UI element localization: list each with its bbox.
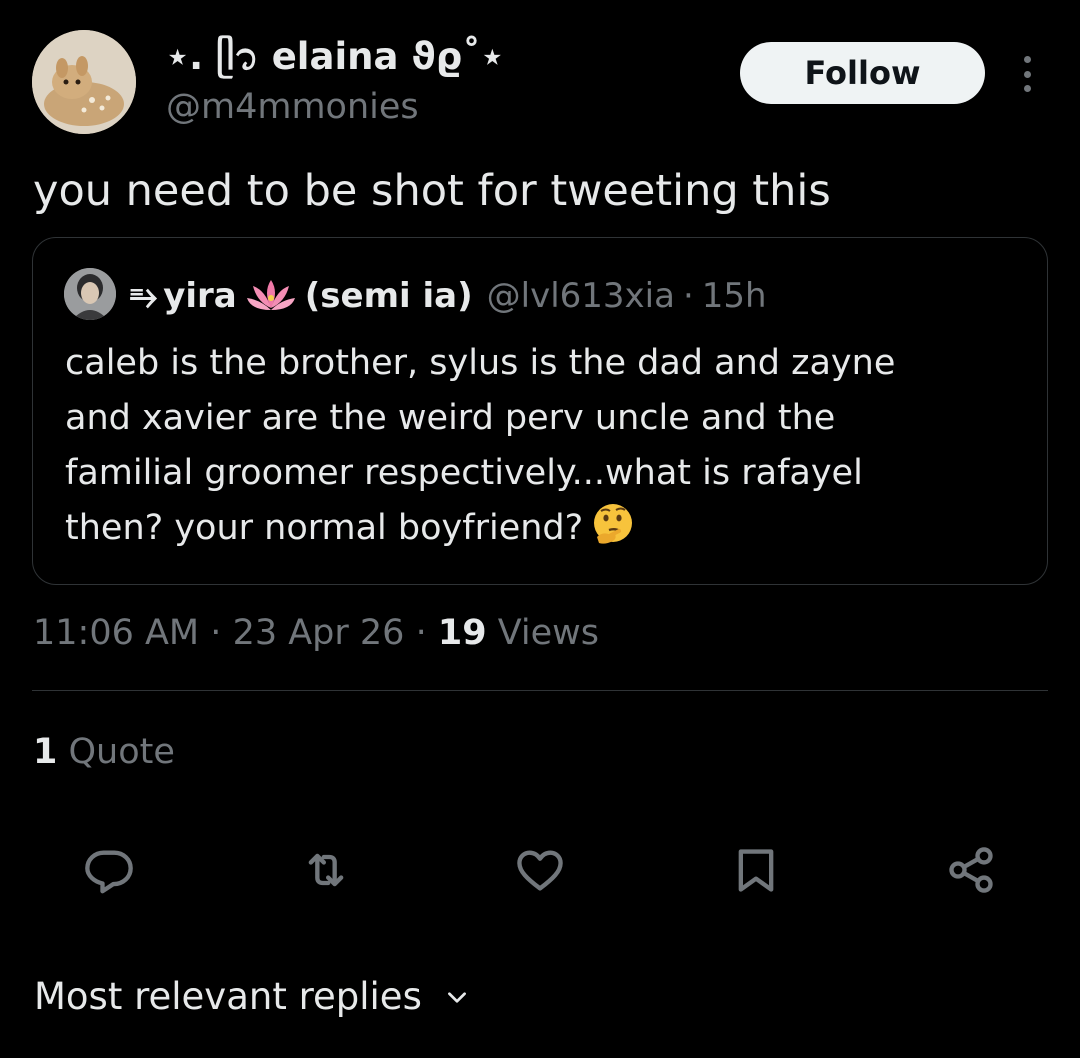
chevron-down-icon xyxy=(447,992,466,1003)
more-dot xyxy=(1023,56,1031,63)
author-display-name[interactable]: ⋆. ᥫ᭡ elaina ϑϱ˚⋆ xyxy=(166,34,504,80)
meta-separator: · xyxy=(210,613,222,653)
author-handle[interactable]: @m4mmonies xyxy=(166,84,419,130)
quotes-count: 1 xyxy=(33,732,58,772)
author-avatar[interactable] xyxy=(32,30,136,134)
more-options-icon[interactable] xyxy=(1010,52,1044,96)
quoted-tweet-text: caleb is the brother, sylus is the dad a… xyxy=(65,336,1025,556)
views-label: Views xyxy=(497,613,600,653)
quoted-separator: · xyxy=(682,276,694,316)
meta-separator: · xyxy=(415,613,427,653)
share-icon xyxy=(949,847,993,893)
quoted-name-prefix: ⥱ xyxy=(130,276,158,316)
quotes-label: Quote xyxy=(68,732,175,772)
repost-icon xyxy=(308,853,344,887)
reply-button[interactable] xyxy=(81,842,137,898)
quoted-timestamp[interactable]: 15h xyxy=(702,276,767,316)
fawn-plush-avatar-icon xyxy=(32,30,136,134)
quoted-text-line: familial groomer respectively...what is … xyxy=(65,453,863,493)
lotus-emoji-icon xyxy=(246,280,295,310)
quoted-text-line: and xavier are the weird perv uncle and … xyxy=(65,398,836,438)
follow-button[interactable]: Follow xyxy=(740,42,985,104)
like-icon xyxy=(517,850,563,891)
repost-button[interactable] xyxy=(298,842,354,898)
tweet-text: you need to be shot for tweeting this xyxy=(33,166,831,216)
reply-icon xyxy=(85,850,133,894)
quotes-stat[interactable]: 1 Quote xyxy=(33,728,175,776)
more-dot xyxy=(1023,70,1031,78)
views-count: 19 xyxy=(437,613,487,653)
bookmark-icon xyxy=(738,849,774,892)
quoted-author-avatar[interactable] xyxy=(64,268,116,320)
tweet-time[interactable]: 11:06 AM xyxy=(33,613,199,653)
quoted-text-line: caleb is the brother, sylus is the dad a… xyxy=(65,343,896,383)
quoted-display-name-suffix[interactable]: (semi ia) xyxy=(305,276,473,316)
quoted-text-line: then? your normal boyfriend? xyxy=(65,508,584,548)
person-avatar-icon xyxy=(64,268,116,320)
like-button[interactable] xyxy=(512,842,568,898)
thinking-face-emoji-icon xyxy=(594,504,633,544)
share-button[interactable] xyxy=(943,842,999,898)
replies-sort-dropdown[interactable]: Most relevant replies xyxy=(34,972,470,1022)
quoted-tweet-header: ⥱ yira (semi ia) @lvl613xia · 15h xyxy=(130,272,767,320)
quoted-handle[interactable]: @lvl613xia xyxy=(487,276,675,316)
divider xyxy=(32,690,1048,691)
more-dot xyxy=(1023,85,1031,92)
tweet-date[interactable]: 23 Apr 26 xyxy=(233,613,405,653)
bookmark-button[interactable] xyxy=(728,842,784,898)
quoted-text-line-last: then? your normal boyfriend? xyxy=(65,501,1025,556)
replies-sort-label: Most relevant replies xyxy=(34,975,422,1018)
tweet-meta: 11:06 AM · 23 Apr 26 · 19 Views xyxy=(33,609,599,657)
quoted-display-name[interactable]: yira xyxy=(163,276,237,316)
